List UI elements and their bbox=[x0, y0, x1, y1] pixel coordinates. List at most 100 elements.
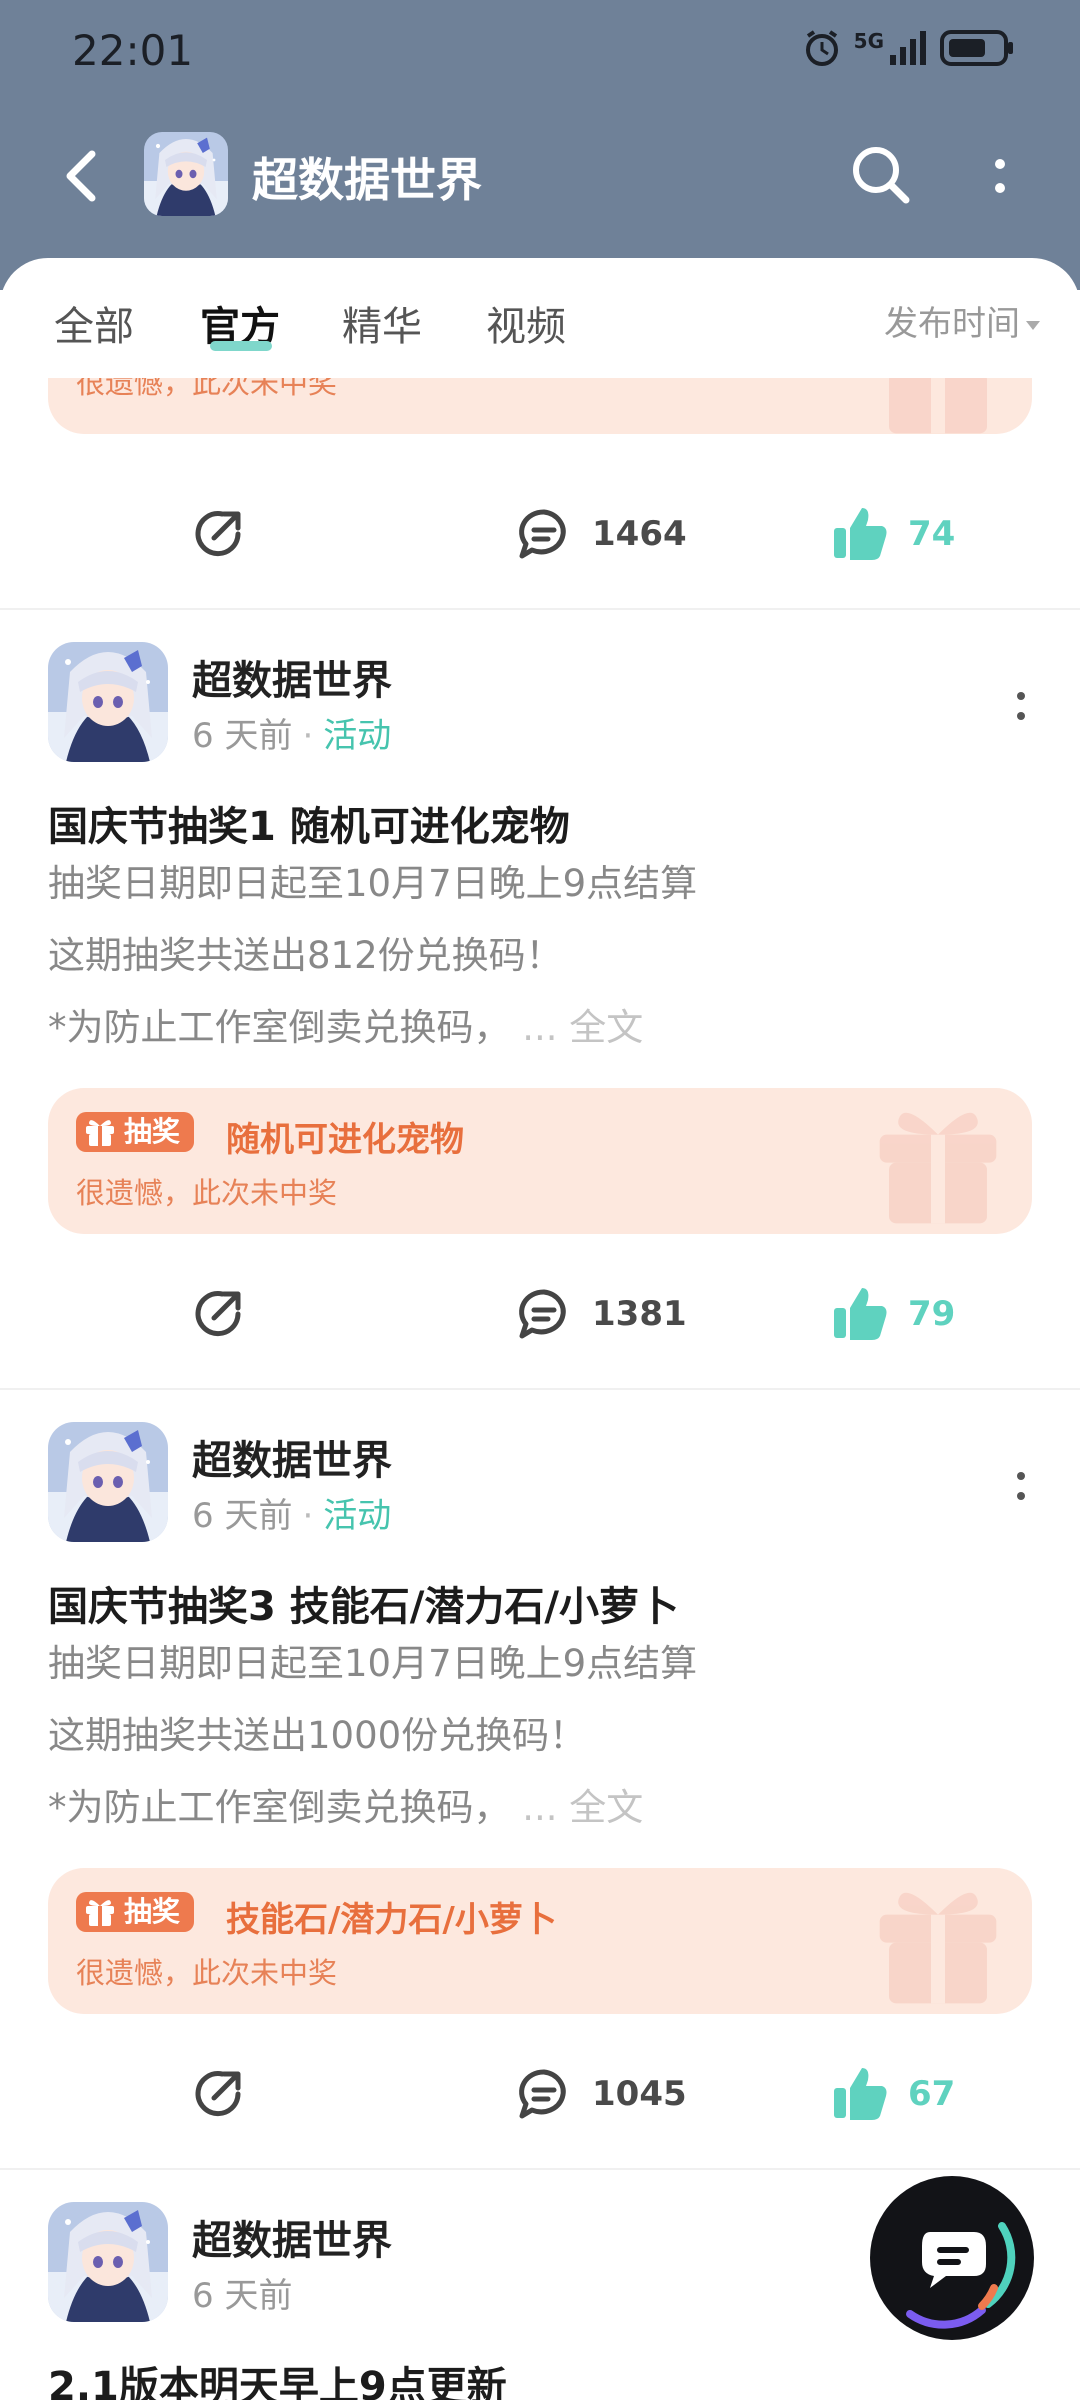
sort-dropdown[interactable]: 发布时间 bbox=[884, 296, 1040, 345]
author-name[interactable]: 超数据世界 bbox=[192, 2208, 392, 2266]
gift-watermark-icon bbox=[868, 1088, 1008, 1228]
post-meta: 6 天前 · 活动 bbox=[192, 716, 392, 756]
lottery-result: 很遗憾，此次未中奖 bbox=[76, 1176, 338, 1210]
page-title: 超数据世界 bbox=[252, 153, 482, 207]
comment-count: 1381 bbox=[592, 1294, 687, 1334]
like-icon bbox=[834, 508, 887, 560]
post-actions: 1381 79 bbox=[0, 1264, 1080, 1364]
tab-bar: 全部 官方 精华 视频 发布时间 bbox=[0, 258, 1080, 378]
share-icon bbox=[195, 2071, 241, 2117]
post-line: *为防止工作室倒卖兑换码， ... 全文 bbox=[48, 1786, 644, 1829]
divider bbox=[0, 1388, 1080, 1390]
comment-button[interactable]: 1381 bbox=[514, 1264, 687, 1364]
share-button[interactable] bbox=[188, 484, 248, 584]
chevron-down-icon bbox=[1026, 321, 1040, 330]
status-bar: 22:01 5G bbox=[0, 0, 1080, 100]
search-icon bbox=[853, 147, 910, 204]
lottery-card[interactable]: 抽奖 随机可进化宠物 很遗憾，此次未中奖 bbox=[48, 1088, 1032, 1234]
active-tab-indicator bbox=[210, 341, 272, 351]
read-more-link[interactable]: ... 全文 bbox=[522, 1006, 643, 1049]
battery-icon bbox=[940, 30, 1013, 66]
comment-icon bbox=[519, 1289, 566, 1339]
lottery-prize: 随机可进化宠物 bbox=[226, 1120, 464, 1160]
comment-icon bbox=[519, 509, 566, 559]
post-category[interactable]: 活动 bbox=[323, 716, 391, 756]
app-header: 超数据世界 bbox=[0, 100, 1080, 250]
like-button[interactable]: 67 bbox=[830, 2044, 955, 2144]
tab-all[interactable]: 全部 bbox=[54, 294, 134, 352]
post-time: 6 天前 bbox=[192, 2276, 293, 2316]
post-line: 抽奖日期即日起至10月7日晚上9点结算 bbox=[48, 862, 698, 905]
comment-icon bbox=[519, 2069, 566, 2119]
avatar[interactable] bbox=[48, 642, 168, 762]
post-title[interactable]: 国庆节抽奖3 技能石/潜力石/小萝卜 bbox=[48, 1574, 679, 1632]
post-more-button[interactable] bbox=[1006, 1462, 1036, 1512]
lottery-card[interactable]: 抽奖 技能石/潜力石/小萝卜 很遗憾，此次未中奖 bbox=[48, 1868, 1032, 2014]
post-time: 6 天前 bbox=[192, 1496, 293, 1536]
post-line: 这期抽奖共送出1000份兑换码！ bbox=[48, 1714, 587, 1757]
like-count: 67 bbox=[908, 2074, 956, 2114]
status-time: 22:01 bbox=[72, 26, 194, 75]
share-button[interactable] bbox=[188, 1264, 248, 1364]
community-logo bbox=[144, 132, 228, 216]
post-header: 超数据世界 6 天前 · 活动 bbox=[0, 1422, 1080, 1552]
share-icon bbox=[195, 1291, 241, 1337]
tab-video[interactable]: 视频 bbox=[486, 294, 566, 352]
sort-label: 发布时间 bbox=[884, 304, 1020, 344]
post-more-button[interactable] bbox=[1006, 682, 1036, 732]
comment-button[interactable]: 1464 bbox=[514, 484, 687, 584]
chat-fab-button[interactable] bbox=[870, 2176, 1034, 2340]
avatar[interactable] bbox=[48, 2202, 168, 2322]
gift-icon bbox=[86, 1120, 114, 1146]
search-button[interactable] bbox=[846, 140, 916, 210]
post-meta: 6 天前 bbox=[192, 2268, 292, 2317]
more-icon bbox=[995, 159, 1005, 193]
post-title[interactable]: 2.1版本明天早上9点更新 bbox=[48, 2354, 507, 2400]
author-name[interactable]: 超数据世界 bbox=[192, 1428, 392, 1486]
more-button[interactable] bbox=[980, 146, 1020, 206]
post-body[interactable]: 抽奖日期即日起至10月7日晚上9点结算 这期抽奖共送出1000份兑换码！ *为防… bbox=[48, 1628, 697, 1844]
chat-icon bbox=[906, 2222, 1016, 2329]
post-line: 抽奖日期即日起至10月7日晚上9点结算 bbox=[48, 1642, 698, 1685]
comment-button[interactable]: 1045 bbox=[514, 2044, 687, 2144]
post-actions: 1045 67 bbox=[0, 2044, 1080, 2144]
content-panel: 全部 官方 精华 视频 发布时间 很遗憾，此次未中奖 1464 74 超数据世界… bbox=[0, 258, 1080, 2400]
lottery-result: 很遗憾，此次未中奖 bbox=[76, 378, 338, 400]
more-icon bbox=[1017, 1472, 1025, 1500]
alarm-icon bbox=[805, 30, 838, 66]
post-line: 这期抽奖共送出812份兑换码！ bbox=[48, 934, 563, 977]
lottery-card[interactable]: 很遗憾，此次未中奖 bbox=[48, 378, 1032, 434]
post-feed: 很遗憾，此次未中奖 1464 74 超数据世界 6 天前 · 活动 国庆节抽奖1 随… bbox=[0, 378, 1080, 2400]
like-icon bbox=[834, 1288, 887, 1340]
like-count: 74 bbox=[908, 514, 956, 554]
share-icon bbox=[195, 511, 241, 557]
share-button[interactable] bbox=[188, 2044, 248, 2144]
like-count: 79 bbox=[908, 1294, 956, 1334]
avatar[interactable] bbox=[48, 1422, 168, 1542]
like-button[interactable]: 79 bbox=[830, 1264, 955, 1364]
comment-count: 1464 bbox=[592, 514, 687, 554]
lottery-tag: 抽奖 bbox=[76, 1112, 195, 1152]
post-line: *为防止工作室倒卖兑换码， ... 全文 bbox=[48, 1006, 644, 1049]
post-header: 超数据世界 6 天前 · 活动 bbox=[0, 642, 1080, 772]
more-icon bbox=[1017, 692, 1025, 720]
lottery-prize: 技能石/潜力石/小萝卜 bbox=[226, 1900, 557, 1940]
signal-icon bbox=[890, 31, 926, 65]
back-button[interactable] bbox=[52, 140, 112, 210]
divider bbox=[0, 608, 1080, 610]
post-category[interactable]: 活动 bbox=[323, 1496, 391, 1536]
tab-featured[interactable]: 精华 bbox=[342, 294, 422, 352]
gift-icon bbox=[86, 1900, 114, 1926]
post-title[interactable]: 国庆节抽奖1 随机可进化宠物 bbox=[48, 794, 570, 852]
divider bbox=[0, 2168, 1080, 2170]
read-more-link[interactable]: ... 全文 bbox=[522, 1786, 643, 1829]
comment-count: 1045 bbox=[592, 2074, 687, 2114]
post-body[interactable]: 抽奖日期即日起至10月7日晚上9点结算 这期抽奖共送出812份兑换码！ *为防止… bbox=[48, 848, 697, 1064]
author-name[interactable]: 超数据世界 bbox=[192, 648, 392, 706]
like-button[interactable]: 74 bbox=[830, 484, 955, 584]
gift-watermark-icon bbox=[868, 1868, 1008, 2008]
post-meta: 6 天前 · 活动 bbox=[192, 1496, 392, 1536]
like-icon bbox=[834, 2068, 887, 2120]
status-icons: 5G bbox=[802, 28, 1016, 68]
gift-watermark-icon bbox=[868, 378, 1008, 434]
